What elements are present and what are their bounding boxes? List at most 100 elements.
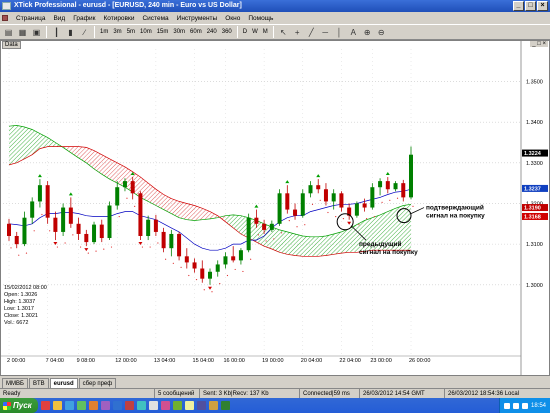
vline-icon[interactable]: │ bbox=[333, 26, 346, 39]
tf-30m-button[interactable]: 30m bbox=[171, 26, 187, 39]
tab-micex[interactable]: ММВБ bbox=[2, 378, 28, 388]
status-ready: Ready bbox=[0, 388, 155, 399]
signal-dot bbox=[165, 258, 167, 260]
status-gmt-time: 26/03/2012 14:54 GMT bbox=[360, 388, 445, 399]
time-tick-label: 20 04:00 bbox=[301, 358, 322, 364]
taskbar-app-icon[interactable] bbox=[136, 401, 146, 410]
network-icon[interactable] bbox=[512, 402, 519, 409]
tf-week-button[interactable]: W bbox=[250, 26, 260, 39]
tf-240-button[interactable]: 240 bbox=[205, 26, 219, 39]
menu-view[interactable]: Вид bbox=[53, 15, 65, 22]
candle-body bbox=[192, 262, 197, 269]
candle-body bbox=[130, 181, 135, 194]
ichimoku-cloud-segment bbox=[9, 125, 17, 165]
document-menu-icon[interactable] bbox=[2, 15, 8, 21]
taskbar-app-icon[interactable] bbox=[196, 401, 206, 410]
tf-day-button[interactable]: D bbox=[241, 26, 249, 39]
menu-quotes[interactable]: Котировки bbox=[103, 15, 134, 22]
language-icon[interactable] bbox=[503, 402, 510, 409]
candle-body bbox=[370, 187, 375, 208]
close-button[interactable]: × bbox=[537, 1, 548, 11]
save-icon[interactable]: ▣ bbox=[30, 26, 43, 39]
taskbar-app-icon[interactable] bbox=[208, 401, 218, 410]
signal-dot bbox=[188, 274, 190, 277]
price-label-text: 1.3190 bbox=[524, 206, 541, 212]
tf-360-button[interactable]: 360 bbox=[220, 26, 234, 39]
text-tool-icon[interactable]: A bbox=[347, 26, 360, 39]
crosshair-icon[interactable]: + bbox=[291, 26, 304, 39]
tf-15m-button[interactable]: 15m bbox=[155, 26, 171, 39]
taskbar-app-icon[interactable] bbox=[64, 401, 74, 410]
line-chart-icon[interactable]: ∕ bbox=[78, 26, 91, 39]
candle-body bbox=[107, 205, 112, 239]
signal-dot bbox=[203, 289, 205, 291]
signal-dot bbox=[412, 205, 414, 208]
cursor-icon[interactable]: ↖ bbox=[277, 26, 290, 39]
status-messages[interactable]: 5 сообщений bbox=[155, 388, 200, 399]
hline-icon[interactable]: ─ bbox=[319, 26, 332, 39]
signal-dot bbox=[10, 247, 12, 249]
start-button[interactable]: Пуск bbox=[0, 398, 38, 413]
tab-sber-pref[interactable]: сбер преф bbox=[78, 378, 117, 388]
candle-body bbox=[99, 224, 104, 239]
new-icon[interactable]: ▤ bbox=[2, 26, 15, 39]
candle-body bbox=[146, 219, 151, 236]
title-bar: XTick Professional - eurusd - [EURUSD, 2… bbox=[0, 0, 550, 12]
tf-month-button[interactable]: M bbox=[261, 26, 270, 39]
ichimoku-cloud-segment bbox=[24, 127, 33, 159]
tf-1m-button[interactable]: 1m bbox=[98, 26, 110, 39]
taskbar-app-icon[interactable] bbox=[172, 401, 182, 410]
bar-chart-icon[interactable]: ┃ bbox=[50, 26, 63, 39]
candle-body bbox=[115, 187, 120, 206]
taskbar-app-icon[interactable] bbox=[88, 401, 98, 410]
tray-clock[interactable]: 18:54 bbox=[531, 403, 546, 409]
zoom-out-icon[interactable]: ⊖ bbox=[375, 26, 388, 39]
tf-3m-button[interactable]: 3m bbox=[111, 26, 123, 39]
signal-dot bbox=[49, 230, 51, 232]
taskbar-app-icon[interactable] bbox=[184, 401, 194, 410]
candle-chart-icon[interactable]: ▮ bbox=[64, 26, 77, 39]
menu-window[interactable]: Окно bbox=[225, 15, 240, 22]
candle-body bbox=[177, 233, 182, 257]
taskbar-app-icon[interactable] bbox=[148, 401, 158, 410]
signal-dot bbox=[381, 201, 383, 203]
taskbar-app-icon[interactable] bbox=[100, 401, 110, 410]
volume-icon[interactable] bbox=[521, 402, 528, 409]
chart-window[interactable]: 1.35001.34001.33001.32001.31001.30002 00… bbox=[0, 40, 550, 376]
chart-window-controls[interactable]: _ □ × bbox=[530, 41, 548, 47]
taskbar-app-icon[interactable] bbox=[112, 401, 122, 410]
candle-body bbox=[378, 181, 383, 188]
trendline-icon[interactable]: ╱ bbox=[305, 26, 318, 39]
menu-system[interactable]: Система bbox=[142, 15, 168, 22]
candle-body bbox=[84, 233, 89, 243]
tf-60m-button[interactable]: 60m bbox=[188, 26, 204, 39]
taskbar-app-icon[interactable] bbox=[76, 401, 86, 410]
status-connection: Connected|59 ms bbox=[300, 388, 360, 399]
taskbar-app-icon[interactable] bbox=[40, 401, 50, 410]
menu-chart[interactable]: График bbox=[73, 15, 95, 22]
minimize-button[interactable]: _ bbox=[513, 1, 524, 11]
taskbar-app-icon[interactable] bbox=[160, 401, 170, 410]
menu-tools[interactable]: Инструменты bbox=[177, 15, 218, 22]
price-label-text: 1.3224 bbox=[524, 151, 542, 157]
tf-5m-button[interactable]: 5m bbox=[125, 26, 137, 39]
sheet-tabs: ММВБ BTB eurusd сбер преф bbox=[0, 377, 550, 388]
menu-page[interactable]: Страница bbox=[16, 15, 45, 22]
signal-dot bbox=[327, 211, 329, 214]
candle-body bbox=[92, 224, 97, 243]
taskbar-app-icon[interactable] bbox=[124, 401, 134, 410]
chart-data-label[interactable]: Data bbox=[2, 41, 21, 49]
menu-help[interactable]: Помощь bbox=[248, 15, 273, 22]
zoom-in-icon[interactable]: ⊕ bbox=[361, 26, 374, 39]
ichimoku-cloud-segment bbox=[295, 233, 303, 257]
open-icon[interactable]: ▦ bbox=[16, 26, 29, 39]
maximize-button[interactable]: □ bbox=[525, 1, 536, 11]
taskbar-app-icon[interactable] bbox=[220, 401, 230, 410]
candle-body bbox=[68, 207, 73, 224]
tab-vtb[interactable]: BTB bbox=[28, 378, 49, 388]
tf-10m-button[interactable]: 10m bbox=[138, 26, 154, 39]
tab-eurusd[interactable]: eurusd bbox=[49, 378, 78, 388]
candle-body bbox=[161, 231, 166, 249]
price-chart[interactable]: 1.35001.34001.33001.32001.31001.30002 00… bbox=[1, 41, 549, 375]
taskbar-app-icon[interactable] bbox=[52, 401, 62, 410]
